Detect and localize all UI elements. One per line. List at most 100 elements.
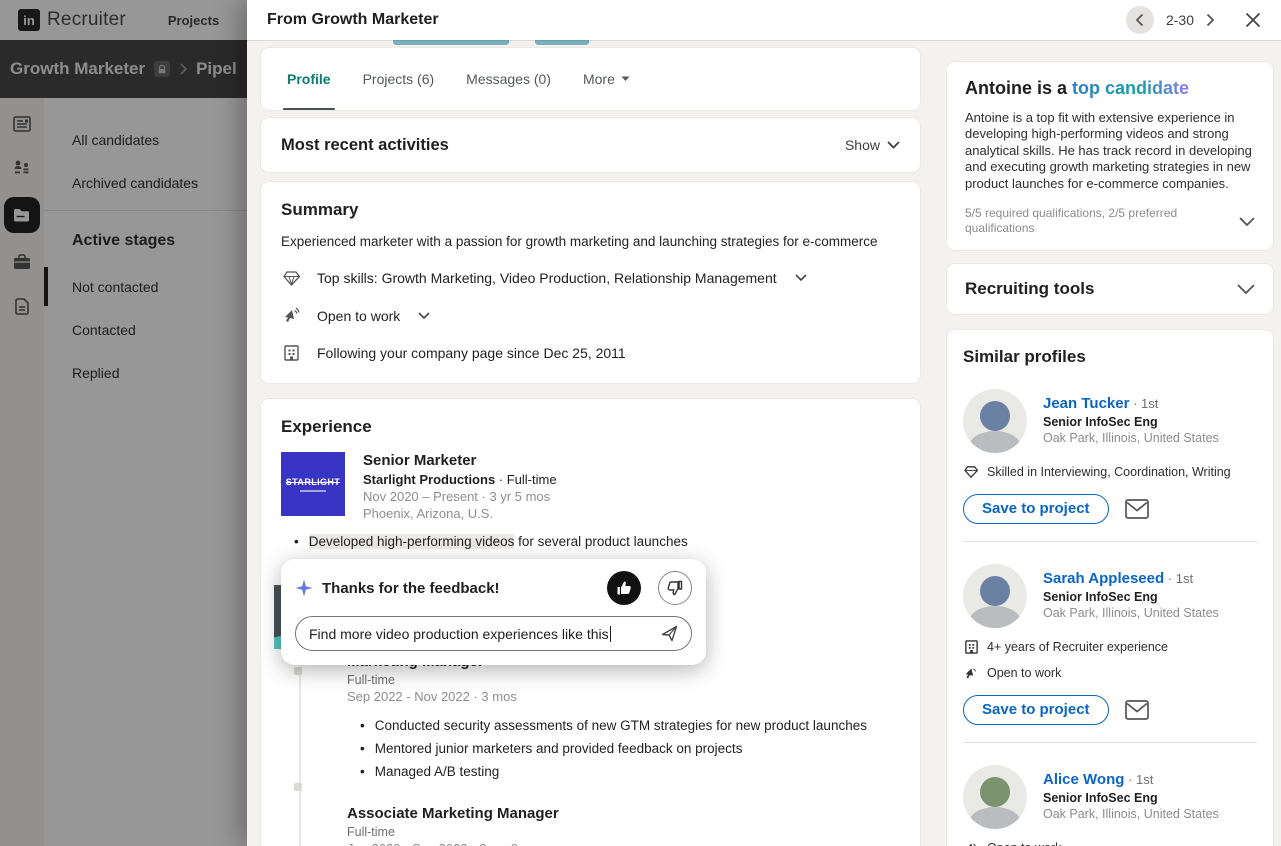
profile-name-link[interactable]: Sarah Appleseed bbox=[1043, 570, 1164, 587]
profile-insight: Open to work bbox=[963, 841, 1257, 846]
similar-profile: Sarah Appleseed · 1st Senior InfoSec Eng… bbox=[963, 564, 1257, 628]
profile-divider bbox=[963, 742, 1257, 743]
save-to-project-button[interactable]: Save to project bbox=[963, 494, 1109, 524]
candidate-panel: From Growth Marketer 2-30 bbox=[247, 0, 1281, 846]
top-skills-row[interactable]: Top skills: Growth Marketing, Video Prod… bbox=[281, 270, 900, 286]
role-employment: Full-time bbox=[347, 673, 900, 687]
connection-degree: · 1st bbox=[1128, 772, 1153, 787]
profile-headline: Senior InfoSec Eng bbox=[1043, 415, 1219, 429]
tab-profile[interactable]: Profile bbox=[271, 48, 347, 110]
top-skills-text: Top skills: Growth Marketing, Video Prod… bbox=[317, 270, 777, 286]
timeline-marker bbox=[294, 783, 302, 791]
chevron-down-icon bbox=[1239, 217, 1255, 226]
tab-projects[interactable]: Projects (6) bbox=[347, 48, 451, 110]
recent-activities-title: Most recent activities bbox=[281, 136, 845, 155]
role-location: Phoenix, Arizona, U.S. bbox=[363, 506, 557, 521]
app-root: in Recruiter Projects Growth Marketer Pi… bbox=[0, 0, 1281, 846]
diamond-icon bbox=[963, 466, 979, 478]
experience-timeline bbox=[299, 675, 301, 846]
main-column: Profile Projects (6) Messages (0) More M… bbox=[261, 48, 920, 846]
profile-insight: Open to work bbox=[963, 666, 1257, 680]
send-icon bbox=[661, 625, 678, 642]
panel-title: From Growth Marketer bbox=[267, 11, 1126, 29]
role-bullet: •Managed A/B testing bbox=[347, 760, 900, 783]
next-candidate-button[interactable] bbox=[1206, 13, 1215, 27]
save-to-project-button[interactable]: Save to project bbox=[963, 695, 1109, 725]
thumbs-down-icon bbox=[667, 580, 683, 596]
profile-name-link[interactable]: Alice Wong bbox=[1043, 771, 1124, 788]
summary-card: Summary Experienced marketer with a pass… bbox=[261, 182, 920, 383]
company-building-icon bbox=[963, 640, 979, 654]
top-candidate-body: Antoine is a top fit with extensive expe… bbox=[965, 110, 1255, 192]
sparkle-icon bbox=[295, 579, 313, 597]
avatar[interactable] bbox=[963, 389, 1027, 453]
expand-qualifications-button[interactable] bbox=[1239, 217, 1255, 226]
thumbs-up-icon bbox=[616, 580, 632, 596]
open-to-work-row[interactable]: Open to work bbox=[281, 307, 900, 324]
megaphone-icon bbox=[281, 307, 301, 324]
ai-feedback-popup: Thanks for the feedback! Find more video… bbox=[281, 559, 706, 665]
recruiting-tools-title: Recruiting tools bbox=[965, 279, 1237, 299]
experience-sub-roles: Marketing Manager Full-time Sep 2022 - N… bbox=[347, 653, 900, 846]
pagination: 2-30 bbox=[1126, 6, 1215, 34]
send-button[interactable] bbox=[661, 625, 678, 642]
pagination-label: 2-30 bbox=[1166, 12, 1194, 28]
thumbs-down-button[interactable] bbox=[658, 571, 692, 605]
panel-body: Profile Projects (6) Messages (0) More M… bbox=[247, 40, 1281, 846]
profile-name-link[interactable]: Jean Tucker bbox=[1043, 395, 1129, 412]
expand-recruiting-tools-button[interactable] bbox=[1237, 284, 1255, 294]
experience-title: Experience bbox=[281, 417, 900, 437]
message-button[interactable] bbox=[1125, 700, 1149, 720]
experience-entry: Associate Marketing Manager Full-time Ja… bbox=[347, 805, 900, 846]
show-activities-toggle[interactable]: Show bbox=[845, 137, 900, 153]
connection-degree: · 1st bbox=[1133, 396, 1158, 411]
chevron-down-icon bbox=[1237, 284, 1255, 294]
chevron-down-icon bbox=[795, 274, 807, 282]
message-button[interactable] bbox=[1125, 499, 1149, 519]
tab-more[interactable]: More bbox=[567, 48, 646, 110]
role-dates: Sep 2022 - Nov 2022 · 3 mos bbox=[347, 689, 900, 704]
caret-down-icon bbox=[621, 76, 630, 82]
feedback-input-value: Find more video production experiences l… bbox=[309, 626, 609, 642]
profile-insight: 4+ years of Recruiter experience bbox=[963, 640, 1257, 654]
feedback-input[interactable]: Find more video production experiences l… bbox=[295, 616, 692, 651]
previous-candidate-button[interactable] bbox=[1126, 6, 1154, 34]
following-text: Following your company page since Dec 25… bbox=[317, 345, 626, 361]
similar-profiles-title: Similar profiles bbox=[963, 347, 1257, 367]
close-icon bbox=[1245, 12, 1261, 28]
tab-messages[interactable]: Messages (0) bbox=[450, 48, 567, 110]
modal-overlay[interactable] bbox=[0, 0, 247, 846]
highlighted-phrase: Developed high-performing videos bbox=[309, 534, 515, 549]
diamond-icon bbox=[281, 271, 301, 286]
role-bullets: •Conducted security assessments of new G… bbox=[347, 714, 900, 783]
avatar[interactable] bbox=[963, 765, 1027, 829]
close-panel-button[interactable] bbox=[1245, 12, 1261, 28]
profile-headline: Senior InfoSec Eng bbox=[1043, 590, 1219, 604]
role-company-line: Starlight Productions · Full-time bbox=[363, 472, 557, 487]
role-dates: Jan 2020 - Sep 2022 · 2 yrs 9 mos bbox=[347, 841, 900, 846]
thumbs-up-button[interactable] bbox=[607, 571, 641, 605]
chevron-down-icon bbox=[887, 141, 900, 149]
summary-title: Summary bbox=[281, 200, 900, 220]
megaphone-icon bbox=[963, 666, 979, 680]
timeline-marker bbox=[294, 667, 302, 675]
scrolled-button-remnant bbox=[535, 40, 589, 45]
similar-profile: Jean Tucker · 1st Senior InfoSec Eng Oak… bbox=[963, 389, 1257, 453]
role-employment: Full-time bbox=[347, 825, 900, 839]
background-page: in Recruiter Projects Growth Marketer Pi… bbox=[0, 0, 247, 846]
recent-activities-card: Most recent activities Show bbox=[261, 118, 920, 172]
experience-entry: STARLIGHT Senior Marketer Starlight Prod… bbox=[281, 452, 900, 521]
profile-location: Oak Park, Illinois, United States bbox=[1043, 606, 1219, 620]
text-cursor bbox=[610, 626, 612, 642]
profile-location: Oak Park, Illinois, United States bbox=[1043, 807, 1219, 821]
avatar[interactable] bbox=[963, 564, 1027, 628]
experience-entry: Marketing Manager Full-time Sep 2022 - N… bbox=[347, 653, 900, 783]
profile-headline: Senior InfoSec Eng bbox=[1043, 791, 1219, 805]
connection-degree: · 1st bbox=[1168, 571, 1193, 586]
envelope-icon bbox=[1125, 700, 1149, 720]
envelope-icon bbox=[1125, 499, 1149, 519]
right-rail: Antoine is a top candidate Antoine is a … bbox=[947, 62, 1273, 846]
following-row: Following your company page since Dec 25… bbox=[281, 345, 900, 361]
panel-header: From Growth Marketer 2-30 bbox=[247, 0, 1281, 40]
top-candidate-title: Antoine is a top candidate bbox=[965, 78, 1255, 99]
